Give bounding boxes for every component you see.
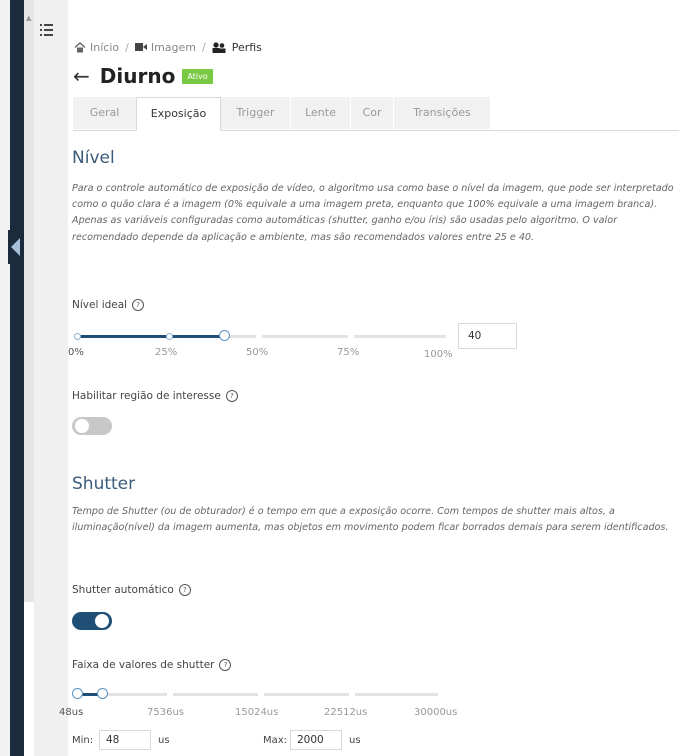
help-icon[interactable]: ? — [225, 390, 238, 402]
menu-icon[interactable] — [40, 24, 53, 36]
slider-track — [76, 693, 438, 696]
navigation-rail — [10, 0, 24, 756]
scroll-up-icon[interactable]: ▲ — [26, 14, 31, 22]
breadcrumb-separator: / — [125, 41, 129, 54]
roi-label: Habilitar região de interesse ? — [72, 390, 238, 402]
slider-tick-label: 22512us — [324, 707, 368, 718]
breadcrumb-current: Perfis — [231, 41, 262, 54]
slider-gap — [349, 692, 355, 697]
slider-tick-dot — [74, 333, 81, 340]
slider-gap — [167, 692, 173, 697]
shutter-max-label: Max: — [263, 735, 288, 746]
nivel-slider-handle[interactable] — [219, 330, 230, 341]
slider-tick-label: 50% — [246, 347, 269, 358]
breadcrumb: Início / Imagem / Perfis — [74, 41, 262, 54]
nivel-ideal-input[interactable]: 40 — [458, 323, 517, 349]
side-panel — [24, 0, 34, 602]
back-arrow-icon[interactable]: ← — [73, 66, 90, 86]
shutter-min-handle[interactable] — [72, 688, 83, 699]
tab-trigger[interactable]: Trigger — [221, 97, 290, 129]
shutter-min-unit: us — [158, 735, 170, 746]
shutter-auto-label: Shutter automático ? — [72, 584, 191, 596]
page-header: ← Diurno Ativo — [73, 64, 213, 88]
breadcrumb-image-link[interactable]: Imagem — [151, 41, 196, 54]
breadcrumb-separator: / — [202, 41, 206, 54]
tab-exposicao[interactable]: Exposição — [136, 97, 221, 131]
main-content: Início / Imagem / Perfis ← Diurno Ativo … — [59, 0, 679, 756]
shutter-range-label: Faixa de valores de shutter ? — [72, 659, 232, 671]
home-icon — [74, 42, 86, 53]
shutter-max-input[interactable]: 2000 — [290, 730, 342, 750]
toggle-knob — [95, 614, 109, 628]
shutter-auto-label-text: Shutter automático — [72, 584, 174, 596]
slider-tick-label: 7536us — [147, 707, 184, 718]
slider-tick-dot — [166, 333, 173, 340]
tab-transicoes[interactable]: Transições — [394, 97, 490, 129]
slider-tick-label: 25% — [155, 347, 178, 358]
status-badge: Ativo — [182, 68, 213, 84]
camera-icon — [134, 42, 147, 53]
nivel-description: Para o controle automático de exposição … — [72, 183, 674, 243]
page-title: Diurno — [99, 64, 176, 88]
tab-bar: Geral Exposição Trigger Lente Cor Transi… — [73, 97, 679, 131]
slider-gap — [258, 692, 264, 697]
nivel-ideal-label-text: Nível ideal — [72, 299, 128, 311]
window-edge — [0, 0, 10, 756]
shutter-range-label-text: Faixa de valores de shutter — [72, 659, 215, 671]
help-icon[interactable]: ? — [132, 299, 145, 311]
section-title-nivel: Nível — [72, 148, 115, 168]
tab-geral[interactable]: Geral — [73, 97, 136, 129]
tab-cor[interactable]: Cor — [351, 97, 393, 129]
slider-gap — [256, 334, 262, 339]
slider-tick-label: 30000us — [414, 707, 458, 718]
help-icon[interactable]: ? — [219, 659, 232, 671]
shutter-min-label: Min: — [72, 735, 94, 746]
profiles-icon — [212, 42, 228, 53]
slider-tick-label: 100% — [424, 349, 453, 360]
slider-tick-label: 75% — [337, 347, 360, 358]
shutter-range-slider[interactable] — [72, 688, 438, 699]
tab-lente[interactable]: Lente — [291, 97, 350, 129]
slider-tick-label: 0% — [68, 347, 84, 358]
section-title-shutter: Shutter — [72, 474, 136, 494]
shutter-max-handle[interactable] — [97, 688, 108, 699]
nivel-ideal-label: Nível ideal ? — [72, 299, 145, 311]
breadcrumb-home-link[interactable]: Início — [90, 41, 119, 54]
roi-label-text: Habilitar região de interesse — [72, 390, 221, 402]
slider-tick-label: 48us — [59, 707, 84, 718]
roi-toggle[interactable] — [72, 417, 112, 435]
shutter-description: Tempo de Shutter (ou de obturador) é o t… — [72, 506, 669, 534]
nivel-ideal-slider[interactable] — [74, 330, 446, 341]
collapse-chevron-icon — [11, 238, 20, 256]
slider-gap — [348, 334, 354, 339]
toggle-knob — [75, 419, 89, 433]
slider-fill — [76, 335, 224, 338]
slider-tick-label: 15024us — [235, 707, 279, 718]
collapse-sidebar-button[interactable] — [8, 230, 24, 264]
shutter-min-input[interactable]: 48 — [99, 730, 151, 750]
menu-gutter — [34, 0, 68, 756]
shutter-max-unit: us — [349, 735, 361, 746]
shutter-auto-toggle[interactable] — [72, 612, 112, 630]
help-icon[interactable]: ? — [178, 584, 191, 596]
